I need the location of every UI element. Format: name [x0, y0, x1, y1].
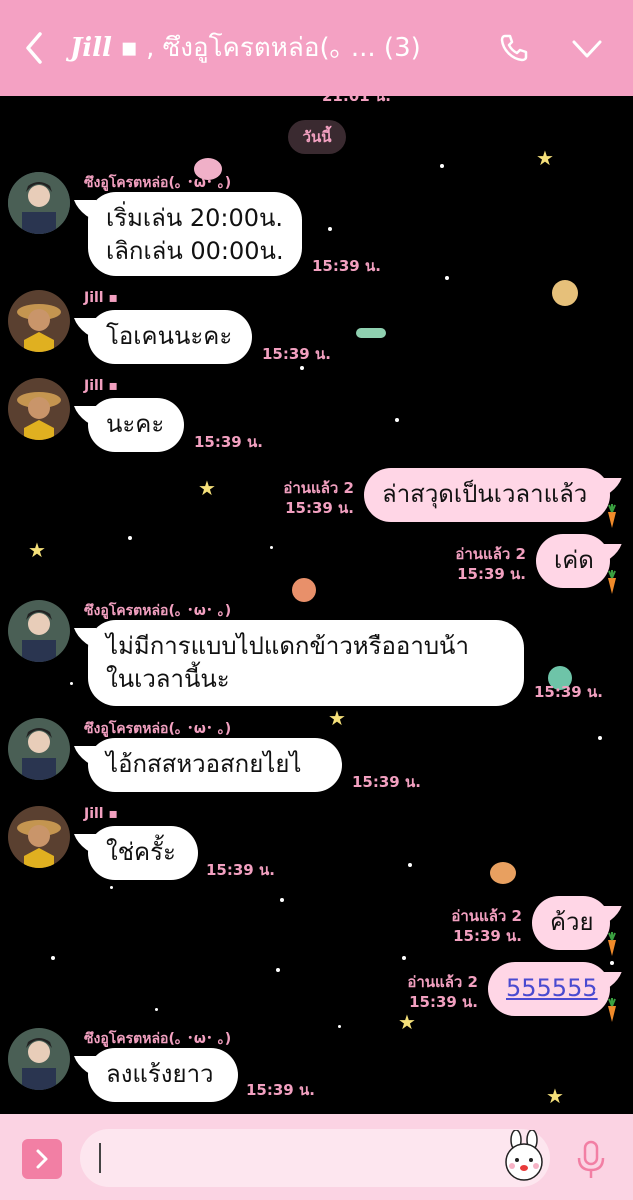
- text-cursor: [99, 1143, 101, 1173]
- chat-area[interactable]: ★ ★ ★ ★ ★ ★ 21:01 น. วันนี้ ซึงอูโครตหล่…: [0, 96, 633, 1114]
- message-bubble[interactable]: ไม่มีการแบบไปแดกข้าวหรืออาบน้า ในเวลานี้…: [88, 620, 524, 706]
- message-time: 15:39 น.: [246, 1081, 315, 1099]
- back-button[interactable]: [22, 28, 46, 77]
- sender-name: Jill ▪: [84, 290, 118, 306]
- title-rest: ▪ , ซึงอูโครตหล่อ(｡ ... (3): [111, 33, 421, 63]
- message-time: 15:39 น.: [312, 257, 381, 275]
- title-sig: Jill: [70, 33, 112, 63]
- message-time: 15:39 น.: [262, 345, 331, 363]
- message-bubble[interactable]: โอเคนนะคะ: [88, 310, 252, 364]
- read-receipt: อ่านแล้ว 2 15:39 น.: [283, 479, 354, 517]
- chat-title[interactable]: Jill ▪ , ซึงอูโครตหล่อ(｡ ... (3): [70, 30, 421, 66]
- message-link[interactable]: 555555: [506, 974, 598, 1002]
- message-time: 15:39 น.: [352, 773, 421, 791]
- chat-header: Jill ▪ , ซึงอูโครตหล่อ(｡ ... (3): [0, 0, 633, 96]
- avatar[interactable]: [8, 718, 70, 780]
- sender-name: ซึงอูโครตหล่อ(｡ ･ω･ ｡): [84, 721, 232, 737]
- message-time: 21:01 น.: [322, 96, 391, 105]
- message-bubble[interactable]: เริ่มเล่น 20:00น. เลิกเล่น 00:00น.: [88, 192, 302, 276]
- carrot-icon: [608, 998, 616, 1022]
- carrot-icon: [608, 504, 616, 528]
- avatar[interactable]: [8, 1028, 70, 1090]
- read-receipt: อ่านแล้ว 2 15:39 น.: [407, 973, 478, 1011]
- chevron-down-icon[interactable]: [570, 32, 604, 66]
- sticker-icon[interactable]: [498, 1130, 550, 1182]
- expand-button[interactable]: [22, 1139, 62, 1179]
- read-receipt: อ่านแล้ว 2 15:39 น.: [451, 907, 522, 945]
- message-bubble[interactable]: ใช่ครั้ะ: [88, 826, 198, 880]
- message-composer: [0, 1114, 633, 1200]
- message-input[interactable]: [80, 1129, 550, 1187]
- phone-icon[interactable]: [498, 32, 530, 64]
- sender-name: ซึงอูโครตหล่อ(｡ ･ω･ ｡): [84, 1031, 232, 1047]
- avatar[interactable]: [8, 806, 70, 868]
- avatar[interactable]: [8, 600, 70, 662]
- message-bubble[interactable]: ลงแร้งยาว: [88, 1048, 238, 1102]
- carrot-icon: [608, 932, 616, 956]
- message-time: 15:39 น.: [206, 861, 275, 879]
- message-time: 15:39 น.: [194, 433, 263, 451]
- carrot-icon: [608, 570, 616, 594]
- sender-name: Jill ▪: [84, 806, 118, 822]
- avatar[interactable]: [8, 290, 70, 352]
- message-bubble[interactable]: ไอ้กสสหวอสกยไยไ: [88, 738, 342, 792]
- chevron-left-icon: [26, 32, 42, 64]
- sender-name: ซึงอูโครตหล่อ(｡ ･ω･ ｡): [84, 603, 232, 619]
- day-separator: วันนี้: [288, 120, 346, 154]
- message-bubble[interactable]: ค้วย: [532, 896, 616, 956]
- avatar[interactable]: [8, 378, 70, 440]
- message-bubble[interactable]: นะคะ: [88, 398, 184, 452]
- sender-name: Jill ▪: [84, 378, 118, 394]
- message-time: 15:39 น.: [534, 683, 603, 701]
- read-receipt: อ่านแล้ว 2 15:39 น.: [455, 545, 526, 583]
- avatar[interactable]: [8, 172, 70, 234]
- microphone-icon[interactable]: [574, 1140, 608, 1180]
- message-bubble[interactable]: ล่าสวุดเป็นเวลาแล้ว: [364, 468, 616, 528]
- sender-name: ซึงอูโครตหล่อ(｡ ･ω･ ｡): [84, 175, 232, 191]
- chevron-right-icon: [36, 1149, 48, 1169]
- message-bubble[interactable]: เค่ด: [536, 534, 616, 594]
- message-bubble[interactable]: 555555: [488, 962, 616, 1022]
